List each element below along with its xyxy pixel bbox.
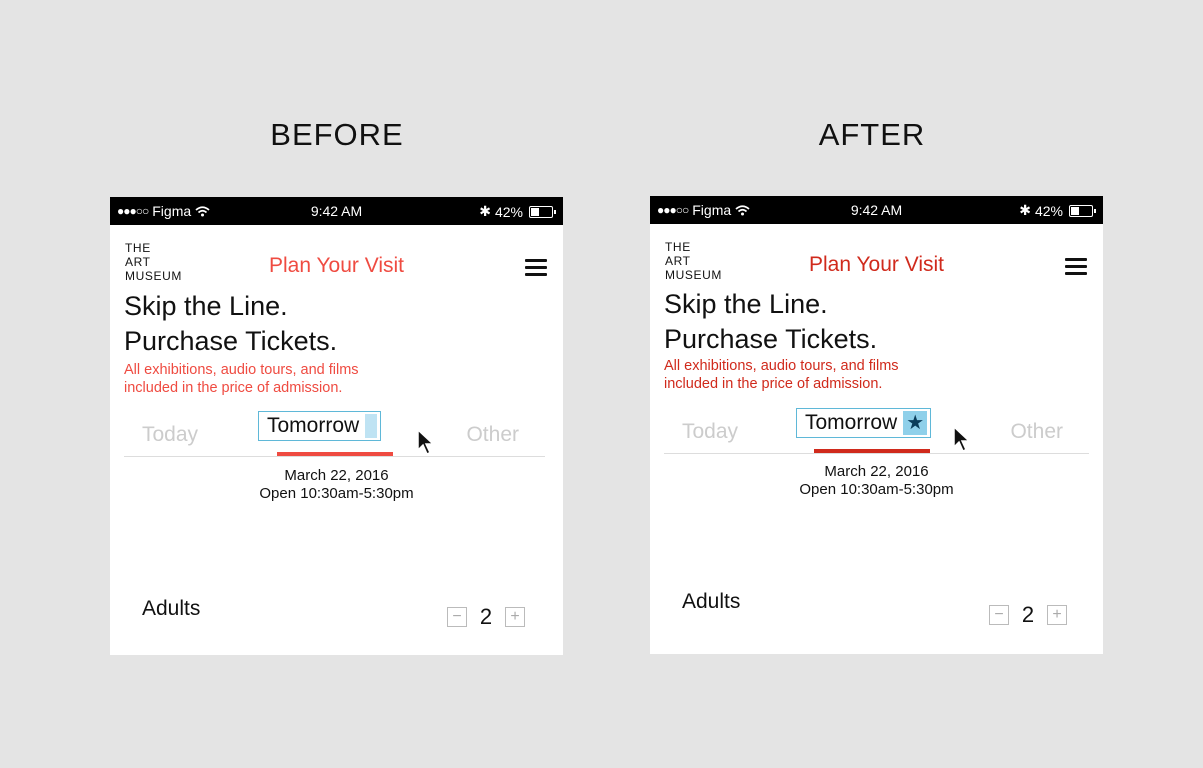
status-bar: ●●●○○ Figma 9:42 AM ✱ 42% [110,197,563,225]
hamburger-menu-icon[interactable] [1065,258,1087,279]
headline: Skip the Line. Purchase Tickets. [664,289,878,354]
subtitle: All exhibitions, audio tours, and films … [664,358,899,392]
page-title: Plan Your Visit [808,253,945,276]
phone-after: ●●●○○ Figma 9:42 AM ✱ 42% THE ART MUSEUM… [650,196,1103,654]
text-cursor [365,414,378,438]
tab-other[interactable]: Other [466,423,519,447]
adults-label: Adults [682,590,741,613]
battery-percent: 42% [494,203,523,220]
phone-before: ●●●○○ Figma 9:42 AM ✱ 42% THE ART MUSEUM… [110,197,563,655]
mouse-pointer-icon [953,425,971,453]
star-icon: ★ [903,411,928,435]
adults-count: 2 [479,604,493,629]
after-label: AFTER [818,117,926,152]
increment-button[interactable]: + [505,607,525,627]
increment-button[interactable]: + [1047,605,1067,625]
tab-today[interactable]: Today [142,423,198,447]
adults-count: 2 [1021,602,1035,627]
battery-icon [529,205,556,218]
adults-label: Adults [142,597,201,620]
tab-today[interactable]: Today [682,420,738,444]
hamburger-menu-icon[interactable] [525,259,547,280]
bluetooth-icon: ✱ [1019,202,1031,218]
active-tab-underline [814,449,930,453]
subtitle: All exhibitions, audio tours, and films … [124,362,359,396]
status-bar: ●●●○○ Figma 9:42 AM ✱ 42% [650,196,1103,224]
decrement-button[interactable]: − [989,605,1009,625]
headline: Skip the Line. Purchase Tickets. [124,291,338,356]
battery-icon [1069,204,1096,217]
tab-tomorrow[interactable]: Tomorrow ★ [796,408,932,438]
adults-stepper: − 2 + [989,602,1067,628]
before-label: BEFORE [270,117,404,152]
adults-stepper: − 2 + [447,604,525,630]
battery-percent: 42% [1034,202,1063,219]
page-title: Plan Your Visit [268,254,405,277]
date-info: March 22, 2016 Open 10:30am-5:30pm [799,463,954,498]
tab-other[interactable]: Other [1010,420,1063,444]
day-tabs: Today Tomorrow Other [124,411,545,457]
tab-tomorrow[interactable]: Tomorrow [258,411,382,441]
decrement-button[interactable]: − [447,607,467,627]
active-tab-underline [277,452,393,456]
bluetooth-icon: ✱ [479,203,491,219]
date-info: March 22, 2016 Open 10:30am-5:30pm [259,467,414,502]
day-tabs: Today Tomorrow ★ Other [664,408,1089,454]
mouse-pointer-icon [417,428,435,456]
